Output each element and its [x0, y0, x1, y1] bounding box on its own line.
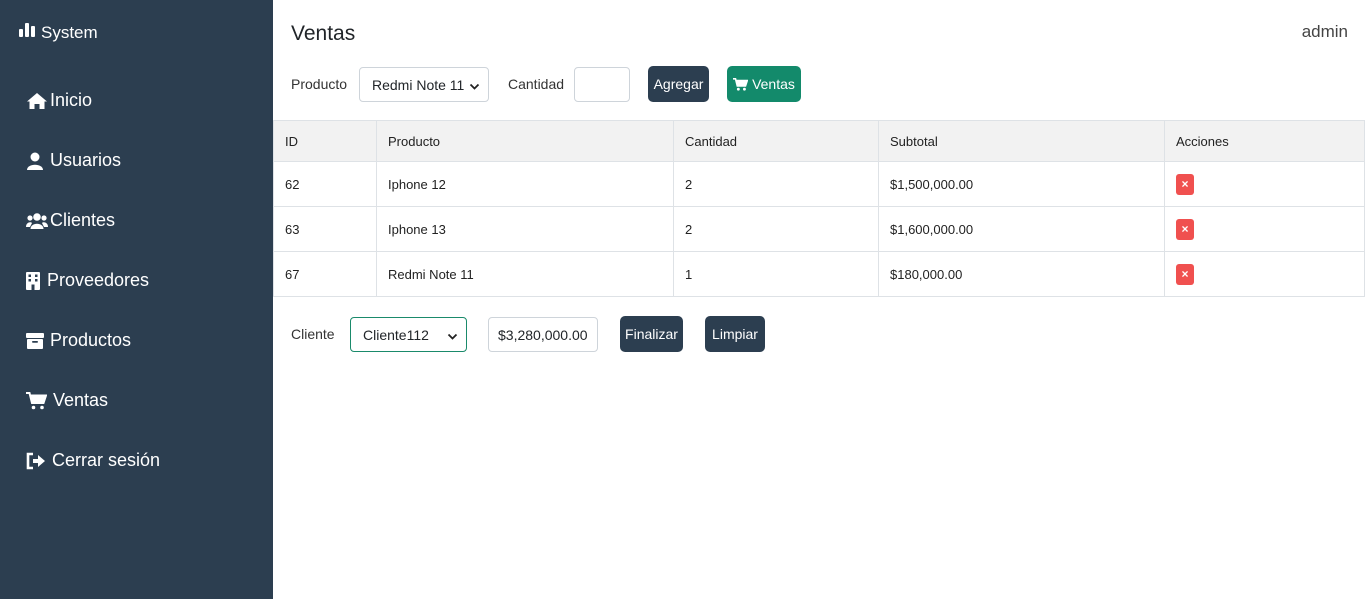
- total-field[interactable]: $3,280,000.00: [488, 317, 598, 352]
- finish-button[interactable]: Finalizar: [620, 316, 683, 352]
- quantity-input[interactable]: [574, 67, 630, 102]
- sidebar: System Inicio Usuarios Clientes Proveedo…: [0, 0, 273, 599]
- client-select[interactable]: Cliente112: [350, 317, 467, 352]
- cell-quantity: 2: [673, 161, 879, 207]
- sidebar-item-proveedores[interactable]: Proveedores: [26, 270, 149, 291]
- cell-quantity: 1: [673, 251, 879, 297]
- cell-subtotal: $1,600,000.00: [878, 206, 1165, 252]
- home-icon: [26, 92, 48, 110]
- cell-quantity: 2: [673, 206, 879, 252]
- sidebar-item-usuarios[interactable]: Usuarios: [26, 150, 121, 171]
- cell-product: Redmi Note 11: [376, 251, 674, 297]
- delete-icon[interactable]: ×: [1176, 218, 1194, 240]
- users-icon: [26, 212, 48, 229]
- delete-icon[interactable]: ×: [1176, 263, 1194, 285]
- building-icon: [26, 271, 45, 290]
- sidebar-item-inicio[interactable]: Inicio: [26, 90, 92, 111]
- user-name[interactable]: admin: [1302, 22, 1348, 42]
- column-header-actions: Acciones: [1164, 120, 1365, 162]
- sidebar-item-label: Productos: [50, 330, 132, 350]
- sidebar-item-label: Inicio: [50, 90, 93, 110]
- sidebar-item-cerrar-sesion[interactable]: Cerrar sesión: [26, 450, 160, 471]
- add-button[interactable]: Agregar: [648, 66, 709, 102]
- table-row: 67 Redmi Note 11 1 $180,000.00 ×: [273, 251, 1365, 297]
- cell-subtotal: $1,500,000.00: [878, 161, 1165, 207]
- cell-id: 63: [273, 206, 377, 252]
- sidebar-item-label: Ventas: [53, 390, 109, 410]
- delete-icon[interactable]: ×: [1176, 173, 1194, 195]
- brand-title: System: [41, 22, 98, 42]
- column-header-product: Producto: [376, 120, 674, 162]
- quantity-label: Cantidad: [508, 76, 565, 92]
- table-header-row: ID Producto Cantidad Subtotal Acciones: [273, 120, 1365, 162]
- cell-id: 62: [273, 161, 377, 207]
- user-icon: [26, 152, 48, 170]
- bar-chart-icon: [18, 22, 41, 43]
- sidebar-item-label: Proveedores: [47, 270, 150, 290]
- sidebar-item-label: Cerrar sesión: [52, 450, 161, 470]
- brand[interactable]: System: [18, 22, 98, 43]
- column-header-quantity: Cantidad: [673, 120, 879, 162]
- sales-button[interactable]: Ventas: [727, 66, 801, 102]
- sidebar-item-label: Usuarios: [50, 150, 122, 170]
- cart-icon: [733, 77, 749, 91]
- chevron-down-icon: [469, 79, 480, 95]
- sales-table: ID Producto Cantidad Subtotal Acciones 6…: [273, 120, 1365, 297]
- cell-product: Iphone 13: [376, 206, 674, 252]
- cell-id: 67: [273, 251, 377, 297]
- cell-actions: ×: [1164, 206, 1365, 252]
- product-select-value: Redmi Note 11: [372, 76, 465, 93]
- cell-subtotal: $180,000.00: [878, 251, 1165, 297]
- page-title: Ventas: [291, 22, 356, 45]
- column-header-subtotal: Subtotal: [878, 120, 1165, 162]
- sidebar-item-ventas[interactable]: Ventas: [26, 390, 108, 411]
- cell-actions: ×: [1164, 161, 1365, 207]
- sidebar-item-productos[interactable]: Productos: [26, 330, 131, 351]
- cell-actions: ×: [1164, 251, 1365, 297]
- cart-icon: [26, 391, 51, 410]
- sign-out-icon: [26, 452, 50, 470]
- sidebar-item-label: Clientes: [50, 210, 116, 230]
- column-header-id: ID: [273, 120, 377, 162]
- client-label: Cliente: [291, 326, 335, 342]
- client-select-value: Cliente112: [363, 326, 429, 343]
- clear-button[interactable]: Limpiar: [705, 316, 765, 352]
- table-row: 62 Iphone 12 2 $1,500,000.00 ×: [273, 161, 1365, 207]
- chevron-down-icon: [447, 329, 458, 345]
- product-select[interactable]: Redmi Note 11: [359, 67, 489, 102]
- table-row: 63 Iphone 13 2 $1,600,000.00 ×: [273, 206, 1365, 252]
- sales-button-label: Ventas: [752, 76, 795, 92]
- product-label: Producto: [291, 76, 348, 92]
- sidebar-item-clientes[interactable]: Clientes: [26, 210, 115, 231]
- cell-product: Iphone 12: [376, 161, 674, 207]
- box-icon: [26, 332, 48, 349]
